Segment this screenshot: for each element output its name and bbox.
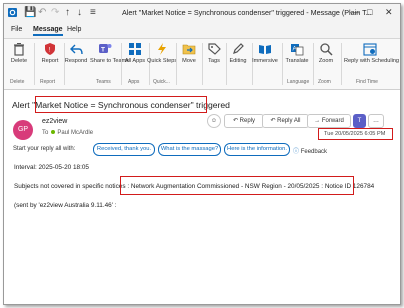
window-title: Alert "Market Notice = Synchronous conde… bbox=[122, 8, 372, 17]
suggested-reply-label: Start your reply all with: bbox=[13, 146, 76, 152]
customize-toolbar-icon[interactable]: ≡ bbox=[90, 7, 96, 18]
translate-button[interactable]: A Translate bbox=[282, 42, 312, 65]
group-label-language: Language bbox=[287, 79, 310, 85]
reply-icon: ↶ bbox=[232, 118, 238, 124]
notice-highlight-box bbox=[120, 176, 354, 195]
immersive-reader-icon bbox=[258, 42, 272, 56]
subject-highlight-box bbox=[35, 96, 207, 113]
next-item-icon[interactable]: ↓ bbox=[77, 7, 82, 18]
undo-icon[interactable]: ↶ bbox=[38, 7, 46, 18]
teams-icon: T bbox=[98, 42, 112, 56]
calendar-reply-icon bbox=[363, 42, 377, 56]
group-label-teams: Teams bbox=[96, 79, 111, 85]
lightning-icon bbox=[155, 42, 169, 56]
previous-item-icon[interactable]: ↑ bbox=[65, 7, 70, 18]
sender-avatar: GP bbox=[13, 120, 33, 140]
menu-help[interactable]: Help bbox=[67, 26, 81, 33]
folder-move-icon bbox=[182, 42, 196, 56]
tag-icon bbox=[207, 42, 221, 56]
group-label-report: Report bbox=[40, 79, 56, 85]
ribbon-separator bbox=[341, 43, 342, 85]
date-highlight-box bbox=[318, 128, 393, 140]
body-interval: Interval: 2025-05-20 18:05 bbox=[14, 164, 89, 171]
menu-file[interactable]: File bbox=[11, 26, 22, 33]
respond-button[interactable]: Respond bbox=[61, 42, 91, 65]
pencil-icon bbox=[231, 42, 245, 56]
group-label-delete: Delete bbox=[10, 79, 25, 85]
more-actions-button[interactable]: … bbox=[368, 114, 384, 128]
reply-arrow-icon bbox=[69, 42, 83, 56]
recipient-line: To Paul McArdle bbox=[42, 130, 93, 136]
forward-button[interactable]: → Forward bbox=[307, 114, 351, 128]
minimize-button[interactable]: — bbox=[350, 7, 359, 17]
share-to-teams-button[interactable]: T Share to Teams bbox=[90, 42, 129, 65]
info-icon: ⓘ bbox=[293, 149, 300, 155]
presence-available-icon bbox=[51, 130, 56, 134]
reply-with-scheduling-button[interactable]: Reply with Scheduling P... bbox=[344, 42, 400, 65]
apps-grid-icon bbox=[128, 42, 142, 56]
redo-icon[interactable]: ↷ bbox=[51, 7, 59, 18]
body-sent-by: (sent by 'ez2view Australia 9.11.46' : bbox=[14, 202, 117, 209]
group-label-quick: Quick... bbox=[153, 79, 170, 85]
menu-bar: File Message Help bbox=[4, 24, 400, 39]
forward-icon: → bbox=[314, 118, 321, 124]
recipient-name[interactable]: Paul McArdle bbox=[57, 130, 93, 136]
teams-share-button[interactable]: T bbox=[353, 114, 366, 128]
suggested-reply-3[interactable]: Here is the information. bbox=[224, 143, 290, 156]
teams-small-icon: T bbox=[357, 118, 362, 124]
immersive-button[interactable]: Immersive bbox=[250, 42, 280, 65]
title-bar: 💾 ↶ ↷ ↑ ↓ ≡ Alert "Market Notice = Synch… bbox=[4, 4, 400, 24]
smiley-icon: ☺ bbox=[210, 118, 218, 124]
shield-report-icon: ! bbox=[43, 42, 57, 56]
outlook-app-icon bbox=[8, 7, 19, 18]
menu-message[interactable]: Message bbox=[33, 26, 63, 36]
suggested-reply-1[interactable]: Received, thank you. bbox=[93, 143, 155, 156]
ellipsis-icon: … bbox=[373, 118, 379, 124]
outlook-message-window: 💾 ↶ ↷ ↑ ↓ ≡ Alert "Market Notice = Synch… bbox=[3, 3, 401, 305]
close-button[interactable]: ✕ bbox=[385, 7, 393, 18]
save-icon[interactable]: 💾 bbox=[24, 7, 36, 18]
reply-all-icon: ↶ bbox=[270, 118, 276, 124]
emoji-reaction-button[interactable]: ☺ bbox=[207, 114, 221, 128]
sender-name[interactable]: ez2view bbox=[42, 118, 67, 125]
all-apps-button[interactable]: All Apps bbox=[120, 42, 150, 65]
trash-icon bbox=[12, 42, 26, 56]
group-label-find-time: Find Time bbox=[356, 79, 378, 85]
editing-button[interactable]: Editing bbox=[223, 42, 253, 65]
to-label: To bbox=[42, 130, 49, 136]
group-label-zoom: Zoom bbox=[318, 79, 331, 85]
translate-icon: A bbox=[290, 42, 304, 56]
subject-prefix: Alert bbox=[12, 100, 33, 110]
svg-text:T: T bbox=[101, 47, 105, 54]
delete-button[interactable]: Delete bbox=[4, 42, 34, 65]
feedback-link[interactable]: ⓘ Feedback bbox=[293, 146, 327, 155]
quick-steps-button[interactable]: Quick Steps bbox=[147, 42, 177, 65]
ribbon: Delete ! Report Respond T Share to Teams… bbox=[4, 39, 400, 90]
reply-all-button[interactable]: ↶ Reply All bbox=[262, 114, 309, 128]
reply-button[interactable]: ↶ Reply bbox=[224, 114, 264, 128]
zoom-button[interactable]: Zoom bbox=[311, 42, 341, 65]
subjects-label: Subjects not covered in specific notices… bbox=[14, 183, 131, 190]
suggested-reply-2[interactable]: What is the massage? bbox=[158, 143, 221, 156]
magnifier-icon bbox=[319, 42, 333, 56]
group-label-apps: Apps bbox=[128, 79, 140, 85]
maximize-button[interactable]: □ bbox=[367, 7, 372, 17]
